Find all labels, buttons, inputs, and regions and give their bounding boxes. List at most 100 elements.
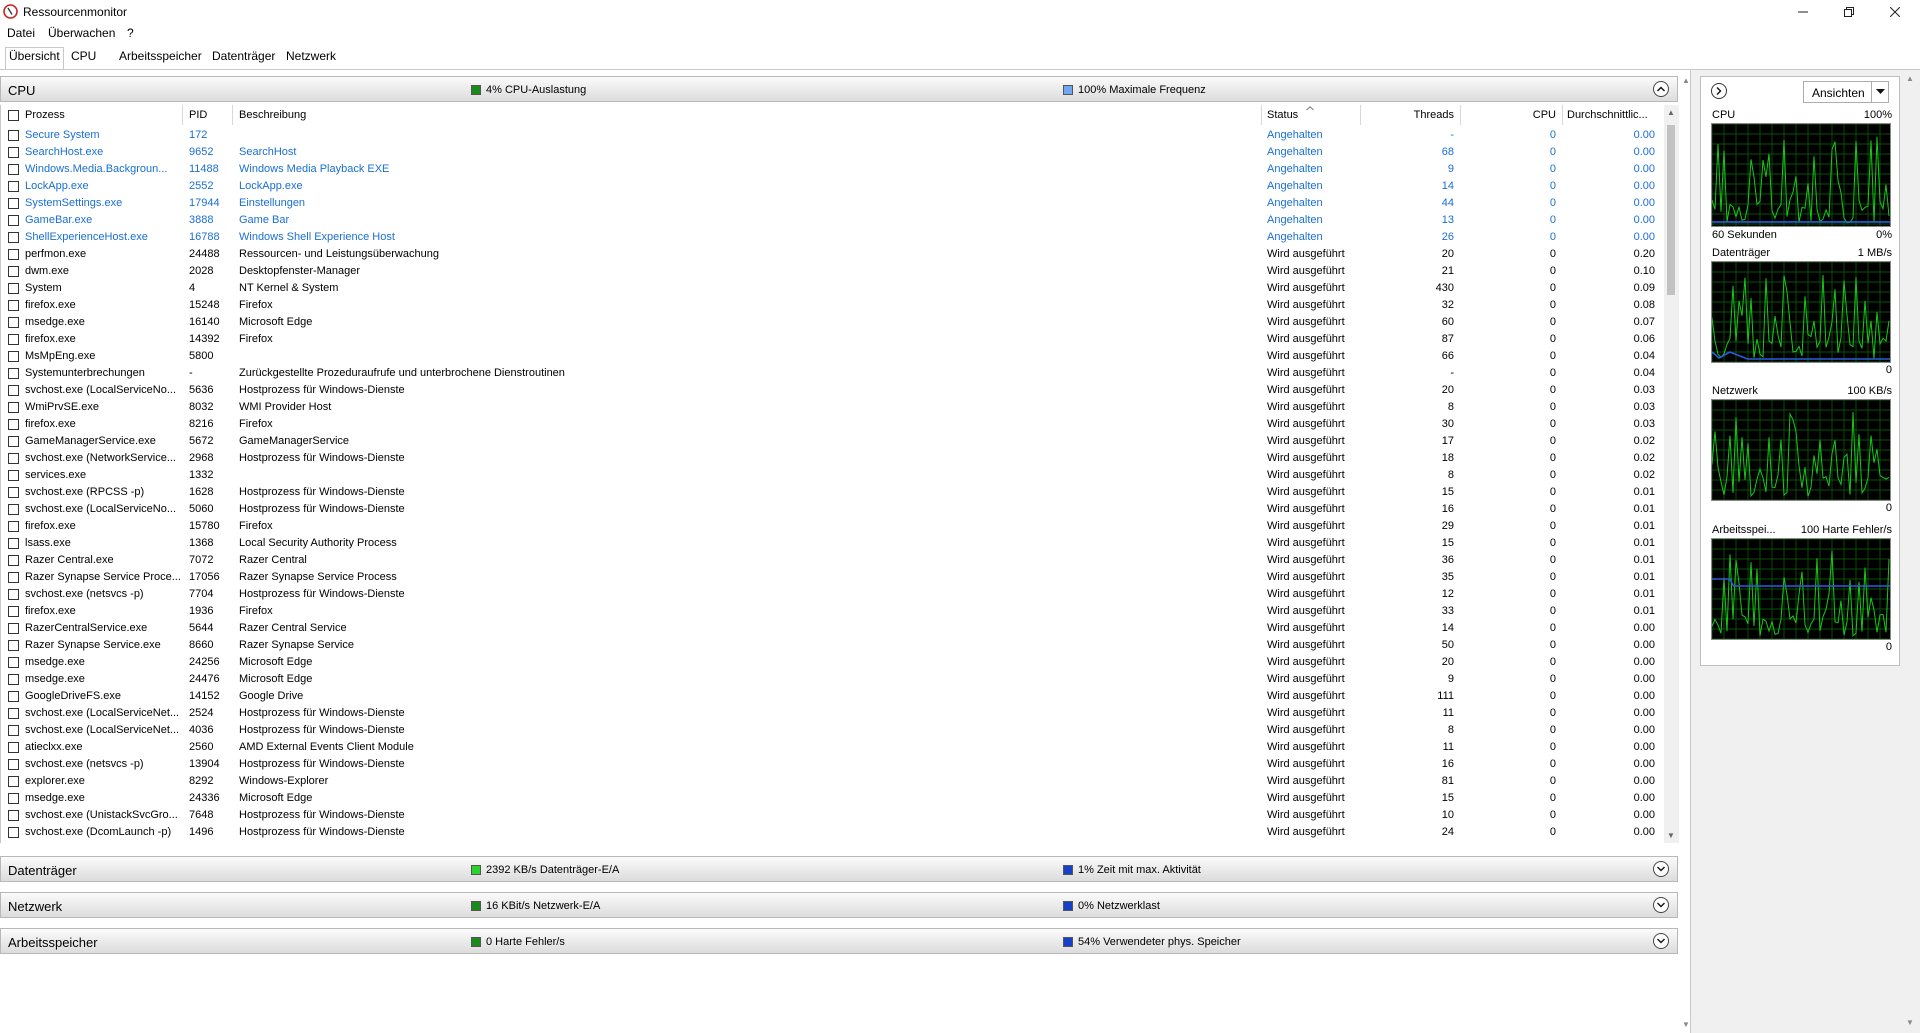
table-row[interactable]: Systemunterbrechungen - Zurückgestellte Pr… (1, 365, 1661, 382)
row-checkbox[interactable] (8, 776, 19, 787)
tab-memory[interactable]: Arbeitsspeicher (117, 49, 204, 63)
table-row[interactable]: msedge.exe 24476 Microsoft Edge Wird ausgef… (1, 671, 1661, 688)
scroll-down-arrow-icon[interactable]: ▼ (1667, 831, 1675, 840)
table-row[interactable]: System 4 NT Kernel & System Wird ausgeführt… (1, 280, 1661, 297)
row-checkbox[interactable] (8, 538, 19, 549)
disk-expand-button[interactable] (1653, 861, 1669, 877)
main-vertical-scrollbar[interactable]: ▲ ▼ (1680, 72, 1692, 1033)
table-row[interactable]: atieclxx.exe 2560 AMD External Events Clie… (1, 739, 1661, 756)
row-checkbox[interactable] (8, 181, 19, 192)
table-row[interactable]: firefox.exe 15780 Firefox Wird ausgeführt 29… (1, 518, 1661, 535)
row-checkbox[interactable] (8, 691, 19, 702)
table-row[interactable]: svchost.exe (NetworkService... 2968 Hostpr… (1, 450, 1661, 467)
table-row[interactable]: GameManagerService.exe 5672 GameManagerSer… (1, 433, 1661, 450)
row-checkbox[interactable] (8, 215, 19, 226)
table-row[interactable]: svchost.exe (netsvcs -p) 13904 Hostprozess… (1, 756, 1661, 773)
col-separator[interactable] (1562, 105, 1563, 125)
menu-monitor[interactable]: Überwachen (48, 26, 115, 40)
memory-expand-button[interactable] (1653, 933, 1669, 949)
table-row[interactable]: firefox.exe 1936 Firefox Wird ausgeführt 33 0… (1, 603, 1661, 620)
row-checkbox[interactable] (8, 810, 19, 821)
network-section-header[interactable]: Netzwerk 16 KBit/s Netzwerk-E/A 0% Netzw… (0, 892, 1678, 918)
cpu-section-header[interactable]: CPU 4% CPU-Auslastung 100% Maximale Freq… (0, 76, 1678, 102)
scroll-down-arrow-icon[interactable]: ▼ (1682, 1020, 1690, 1029)
row-checkbox[interactable] (8, 742, 19, 753)
row-checkbox[interactable] (8, 266, 19, 277)
row-checkbox[interactable] (8, 300, 19, 311)
col-status[interactable]: Status (1267, 109, 1298, 121)
table-row[interactable]: MsMpEng.exe 5800 Wird ausgeführt 66 0 0.04 (1, 348, 1661, 365)
row-checkbox[interactable] (8, 334, 19, 345)
disk-section-header[interactable]: Datenträger 2392 KB/s Datenträger-E/A 1%… (0, 856, 1678, 882)
table-row[interactable]: firefox.exe 14392 Firefox Wird ausgeführt 87… (1, 331, 1661, 348)
scrollbar-thumb[interactable] (1667, 125, 1675, 295)
row-checkbox[interactable] (8, 674, 19, 685)
row-checkbox[interactable] (8, 385, 19, 396)
row-checkbox[interactable] (8, 725, 19, 736)
table-row[interactable]: svchost.exe (LocalServiceNet... 4036 Hostp… (1, 722, 1661, 739)
row-checkbox[interactable] (8, 453, 19, 464)
menu-file[interactable]: Datei (7, 26, 35, 40)
table-row[interactable]: svchost.exe (UnistackSvcGro... 7648 Hostpr… (1, 807, 1661, 824)
menu-help[interactable]: ? (127, 26, 134, 40)
table-row[interactable]: firefox.exe 15248 Firefox Wird ausgeführt 32… (1, 297, 1661, 314)
network-expand-button[interactable] (1653, 897, 1669, 913)
row-checkbox[interactable] (8, 198, 19, 209)
col-separator[interactable] (232, 105, 233, 125)
row-checkbox[interactable] (8, 793, 19, 804)
col-average-cpu[interactable]: Durchschnittlic... (1567, 109, 1648, 121)
col-process[interactable]: Prozess (25, 109, 65, 121)
select-all-checkbox[interactable] (8, 110, 19, 121)
table-row[interactable]: svchost.exe (RPCSS -p) 1628 Hostprozess fü… (1, 484, 1661, 501)
col-cpu[interactable]: CPU (1461, 109, 1556, 121)
row-checkbox[interactable] (8, 504, 19, 515)
toggle-panel-button[interactable] (1711, 83, 1727, 99)
col-pid[interactable]: PID (189, 109, 207, 121)
table-row[interactable]: svchost.exe (LocalServiceNo... 5060 Hostpr… (1, 501, 1661, 518)
table-row[interactable]: GameBar.exe 3888 Game Bar Angehalten 13 0 0.00 (1, 212, 1661, 229)
row-checkbox[interactable] (8, 419, 19, 430)
table-row[interactable]: svchost.exe (netsvcs -p) 7704 Hostprozess … (1, 586, 1661, 603)
row-checkbox[interactable] (8, 232, 19, 243)
graphs-panel-scrollbar[interactable]: ▲ ▼ (1902, 72, 1918, 1033)
table-row[interactable]: svchost.exe (LocalServiceNo... 5636 Hostpr… (1, 382, 1661, 399)
minimize-button[interactable] (1780, 0, 1826, 24)
table-row[interactable]: LockApp.exe 2552 LockApp.exe Angehalten 14 0 0… (1, 178, 1661, 195)
table-row[interactable]: WmiPrvSE.exe 8032 WMI Provider Host Wird au… (1, 399, 1661, 416)
row-checkbox[interactable] (8, 249, 19, 260)
table-row[interactable]: SystemSettings.exe 17944 Einstellungen Ange… (1, 195, 1661, 212)
tab-cpu[interactable]: CPU (69, 49, 98, 63)
tab-disk[interactable]: Datenträger (210, 49, 277, 63)
table-row[interactable]: ShellExperienceHost.exe 16788 Windows Shel… (1, 229, 1661, 246)
row-checkbox[interactable] (8, 572, 19, 583)
table-row[interactable]: firefox.exe 8216 Firefox Wird ausgeführt 30 0… (1, 416, 1661, 433)
restore-button[interactable] (1826, 0, 1872, 24)
table-row[interactable]: services.exe 1332 Wird ausgeführt 8 0 0.02 (1, 467, 1661, 484)
row-checkbox[interactable] (8, 521, 19, 532)
scroll-up-arrow-icon[interactable]: ▲ (1682, 76, 1690, 85)
row-checkbox[interactable] (8, 657, 19, 668)
row-checkbox[interactable] (8, 470, 19, 481)
table-row[interactable]: msedge.exe 24256 Microsoft Edge Wird ausgef… (1, 654, 1661, 671)
row-checkbox[interactable] (8, 640, 19, 651)
table-vertical-scrollbar[interactable]: ▲ ▼ (1664, 105, 1679, 843)
row-checkbox[interactable] (8, 351, 19, 362)
memory-section-header[interactable]: Arbeitsspeicher 0 Harte Fehler/s 54% Ver… (0, 928, 1678, 954)
row-checkbox[interactable] (8, 147, 19, 158)
row-checkbox[interactable] (8, 164, 19, 175)
row-checkbox[interactable] (8, 623, 19, 634)
row-checkbox[interactable] (8, 759, 19, 770)
table-row[interactable]: msedge.exe 16140 Microsoft Edge Wird ausgef… (1, 314, 1661, 331)
row-checkbox[interactable] (8, 555, 19, 566)
table-row[interactable]: RazerCentralService.exe 5644 Razer Central… (1, 620, 1661, 637)
table-row[interactable]: svchost.exe (LocalServiceNet... 2524 Hostp… (1, 705, 1661, 722)
row-checkbox[interactable] (8, 589, 19, 600)
table-row[interactable]: Razer Synapse Service Proce... 17056 Razer… (1, 569, 1661, 586)
views-dropdown-arrow[interactable] (1871, 82, 1888, 102)
views-dropdown[interactable]: Ansichten (1803, 81, 1889, 103)
row-checkbox[interactable] (8, 317, 19, 328)
row-checkbox[interactable] (8, 487, 19, 498)
scroll-up-arrow-icon[interactable]: ▲ (1667, 108, 1675, 117)
table-row[interactable]: perfmon.exe 24488 Ressourcen- und Leistung… (1, 246, 1661, 263)
row-checkbox[interactable] (8, 368, 19, 379)
